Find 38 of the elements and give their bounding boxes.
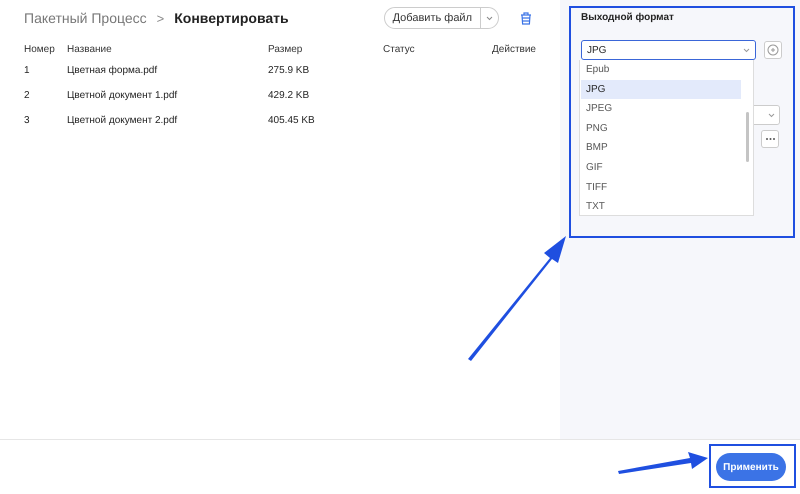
table-cell-text: 405.45 KB — [268, 115, 316, 126]
column-header: Действие — [492, 44, 536, 54]
dropdown-option[interactable]: TXT — [581, 197, 741, 217]
add-button[interactable] — [764, 41, 782, 59]
dropdown-option[interactable]: BMP — [581, 138, 741, 158]
dropdown-option[interactable]: PNG — [581, 118, 741, 138]
table-cell-text: 3 — [24, 115, 31, 126]
apply-button[interactable]: Применить — [716, 453, 786, 481]
breadcrumb-link[interactable]: Пакетный Процесс — [24, 10, 147, 26]
dropdown-option[interactable]: GIF — [581, 158, 741, 178]
column-header: Статус — [383, 44, 416, 54]
table-cell-text: Цветной документ 1.pdf — [67, 90, 178, 101]
trash-icon[interactable] — [519, 11, 533, 25]
caret-icon — [486, 16, 493, 20]
dropdown-option[interactable]: TIFF — [581, 178, 741, 198]
section-label: Выходной формат — [581, 12, 675, 25]
format-select[interactable]: JPG — [581, 40, 756, 60]
column-header: Размер — [268, 44, 304, 54]
ellipsis-icon — [764, 137, 776, 141]
page-title: Конвертировать — [174, 10, 289, 26]
caret-icon — [743, 48, 750, 52]
table-cell-text: Цветная форма.pdf — [67, 65, 158, 76]
table-cell-text: 275.9 KB — [268, 65, 310, 76]
column-header: Номер — [24, 44, 56, 54]
plus-circle-icon — [767, 44, 779, 56]
more-button[interactable] — [761, 130, 779, 148]
table-cell-text: 1 — [24, 65, 31, 76]
table-cell-text: Цветной документ 2.pdf — [67, 115, 178, 126]
table-cell-text: 2 — [24, 90, 31, 101]
breadcrumb-separator: > — [156, 10, 164, 26]
dropdown-option[interactable]: Epub — [581, 60, 741, 80]
dropdown-option[interactable]: JPEG — [581, 99, 741, 119]
dropdown-option[interactable]: JPG — [581, 80, 741, 100]
table-cell-text: 429.2 KB — [268, 90, 310, 101]
scrollbar[interactable] — [746, 112, 749, 162]
caret-icon — [768, 112, 775, 118]
select-value: JPG — [587, 44, 606, 56]
column-header: Название — [67, 44, 113, 54]
